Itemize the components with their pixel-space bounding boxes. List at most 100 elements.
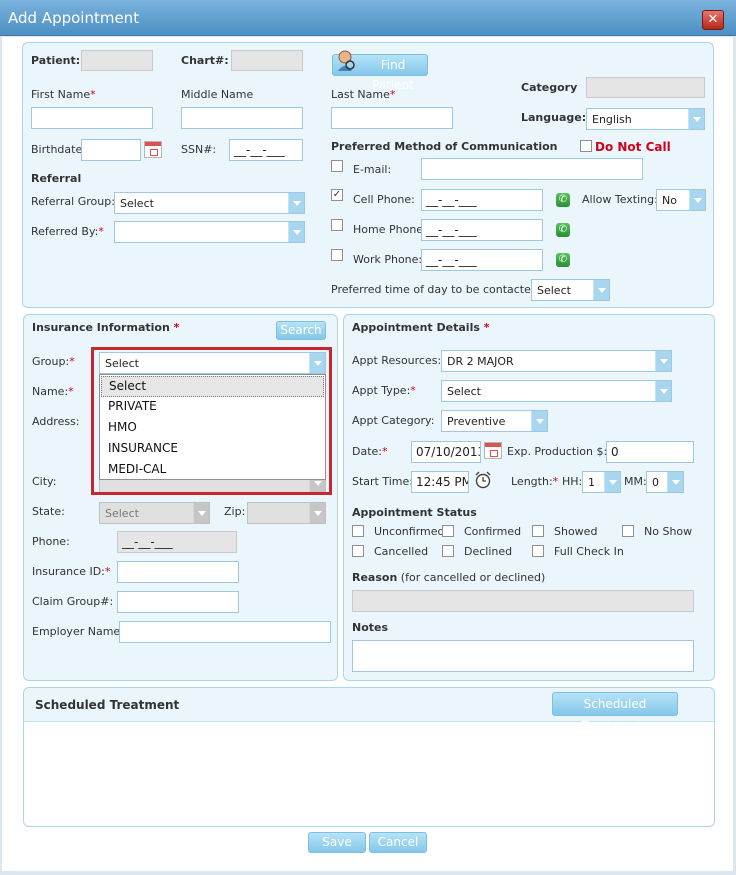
confirmed-checkbox[interactable]	[442, 525, 454, 537]
chevron-down-icon	[193, 503, 209, 523]
referral-group-value: Select	[120, 197, 154, 210]
language-label: Language:*	[521, 111, 592, 124]
referral-group-select[interactable]: Select	[114, 192, 305, 214]
phone-icon[interactable]: ✆	[556, 223, 570, 237]
email-input[interactable]	[421, 158, 643, 180]
phone-icon[interactable]: ✆	[556, 193, 570, 207]
insurance-zip-select[interactable]	[247, 502, 326, 524]
status-label: Showed	[554, 525, 598, 538]
insurance-address-label: Address:	[32, 415, 80, 428]
insurance-id-input[interactable]	[117, 561, 239, 583]
insurance-heading: Insurance Information *	[32, 321, 180, 334]
reason-label: Reason (for cancelled or declined)	[352, 571, 546, 584]
email-checkbox[interactable]	[331, 160, 343, 172]
date-label: Date:*	[352, 445, 388, 458]
status-label: Full Check In	[554, 545, 624, 558]
home-phone-checkbox[interactable]	[331, 219, 343, 231]
appt-category-select[interactable]: Preventive	[441, 410, 548, 432]
clock-icon[interactable]	[474, 471, 492, 489]
exp-production-input[interactable]: 0	[606, 441, 694, 463]
ssn-input[interactable]: __-__-___	[229, 139, 303, 161]
reason-input[interactable]	[352, 590, 694, 612]
insurance-search-button[interactable]: Search	[276, 321, 326, 340]
appt-resources-label: Appt Resources:*	[352, 354, 447, 367]
declined-checkbox[interactable]	[442, 545, 454, 557]
start-time-input[interactable]: 12:45 PM	[411, 471, 469, 493]
scheduled-treatments-button[interactable]: Scheduled Treatments	[552, 692, 678, 733]
cell-phone-checkbox[interactable]: ✓	[331, 189, 343, 201]
employer-name-input[interactable]	[119, 621, 331, 643]
chevron-down-icon	[288, 222, 304, 242]
chevron-down-icon	[667, 472, 683, 492]
notes-textarea[interactable]	[352, 640, 694, 672]
work-phone-label: Work Phone:	[353, 253, 423, 266]
mm-select[interactable]: 0	[646, 471, 684, 493]
middle-name-input[interactable]	[181, 107, 303, 129]
no-show-checkbox[interactable]	[622, 525, 634, 537]
patient-field[interactable]	[81, 50, 153, 71]
first-name-input[interactable]	[31, 107, 153, 129]
referral-group-label: Referral Group:*	[31, 195, 120, 208]
birthdate-input[interactable]	[81, 139, 141, 161]
home-phone-label: Home Phone:	[353, 223, 427, 236]
cell-phone-input[interactable]: __-__-___	[421, 189, 543, 211]
status-label: Confirmed	[464, 525, 522, 538]
exp-production-label: Exp. Production $:*	[507, 445, 613, 458]
email-label: E-mail:	[353, 163, 392, 176]
scheduled-treatment-heading: Scheduled Treatment	[35, 698, 180, 712]
chevron-down-icon	[655, 381, 671, 401]
hh-value: 1	[588, 476, 595, 489]
highlight-box	[91, 347, 332, 495]
phone-icon[interactable]: ✆	[556, 253, 570, 267]
status-label: No Show	[644, 525, 693, 538]
find-patient-button[interactable]: Find Patient	[332, 50, 428, 92]
home-phone-input[interactable]: __-__-___	[421, 219, 543, 241]
chevron-down-icon	[688, 109, 704, 129]
cancelled-checkbox[interactable]	[352, 545, 364, 557]
insurance-city-label: City:	[32, 475, 57, 488]
cancel-button[interactable]: Cancel	[369, 832, 427, 853]
ssn-label: SSN#:	[181, 143, 217, 156]
insurance-group-label: Group:*	[32, 355, 75, 368]
communication-heading: Preferred Method of Communication	[331, 140, 558, 153]
do-not-call-checkbox[interactable]	[580, 140, 592, 152]
insurance-state-value: Select	[105, 507, 139, 520]
save-button[interactable]: Save	[308, 832, 366, 853]
referred-by-label: Referred By:*	[31, 225, 104, 238]
chevron-down-icon	[531, 411, 547, 431]
language-value: English	[592, 113, 632, 126]
chevron-down-icon	[655, 351, 671, 371]
appt-type-value: Select	[447, 385, 481, 398]
preferred-time-value: Select	[537, 284, 571, 297]
calendar-icon[interactable]	[144, 141, 162, 158]
chart-field[interactable]	[231, 50, 303, 71]
insurance-id-label: Insurance ID:*	[32, 565, 111, 578]
preferred-time-select[interactable]: Select	[531, 279, 610, 301]
appt-type-select[interactable]: Select	[441, 380, 672, 402]
allow-texting-select[interactable]: No	[656, 189, 706, 211]
do-not-call-label: Do Not Call	[595, 140, 671, 154]
patient-label: Patient:	[31, 54, 81, 67]
hh-select[interactable]: 1	[582, 471, 621, 493]
claim-group-input[interactable]	[117, 591, 239, 613]
notes-label: Notes	[352, 621, 389, 634]
work-phone-checkbox[interactable]	[331, 249, 343, 261]
appt-category-value: Preventive	[447, 415, 506, 428]
language-select[interactable]: English	[586, 108, 705, 130]
category-field[interactable]	[586, 77, 705, 98]
full-check-in-checkbox[interactable]	[532, 545, 544, 557]
calendar-icon[interactable]	[484, 442, 502, 459]
showed-checkbox[interactable]	[532, 525, 544, 537]
unconfirmed-checkbox[interactable]	[352, 525, 364, 537]
date-input[interactable]: 07/10/2013	[411, 441, 481, 463]
close-icon: ✕	[707, 12, 719, 27]
insurance-state-select[interactable]: Select	[99, 502, 210, 524]
insurance-phone-input[interactable]: __-__-___	[117, 531, 237, 553]
middle-name-label: Middle Name	[181, 88, 254, 101]
appt-resources-select[interactable]: DR 2 MAJOR	[441, 350, 672, 372]
last-name-input[interactable]	[331, 107, 453, 129]
allow-texting-value: No	[662, 194, 677, 207]
work-phone-input[interactable]: __-__-___	[421, 249, 543, 271]
close-button[interactable]: ✕	[702, 10, 724, 30]
referred-by-select[interactable]	[114, 221, 305, 243]
